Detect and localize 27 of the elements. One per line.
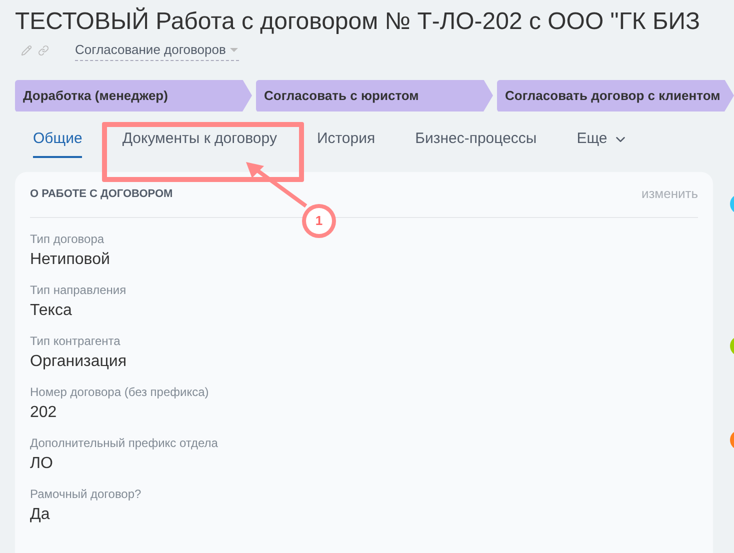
stage-step[interactable]: Согласовать с юристом xyxy=(256,80,493,112)
field-value: Да xyxy=(30,504,51,524)
field-label: Номер договора (без префикса) xyxy=(30,384,210,398)
field-label: Тип контрагента xyxy=(30,334,122,348)
field-value: Организация xyxy=(30,352,128,372)
page-title: ТЕСТОВЫЙ Работа с договором № Т-ЛО-202 с ООО "ГК БИЗ xyxy=(15,6,700,37)
field-label: Тип направления xyxy=(30,282,128,296)
tab[interactable]: Бизнес-процессы xyxy=(415,130,537,158)
category-dropdown[interactable]: Согласование договоров xyxy=(75,40,239,60)
field-label: Тип договора xyxy=(30,232,106,246)
field-value: Нетиповой xyxy=(30,250,111,270)
field-value: Текса xyxy=(30,300,73,320)
tab[interactable]: История xyxy=(316,130,376,158)
stage-step[interactable]: Согласовать договор с клиентом xyxy=(497,80,734,112)
tab[interactable]: Общие xyxy=(33,130,82,158)
field-value: 202 xyxy=(30,402,58,422)
pencil-icon[interactable] xyxy=(21,44,32,56)
field-label: Дополнительный префикс отдела xyxy=(30,436,219,450)
field-label: Рамочный договор? xyxy=(30,486,142,500)
link-icon[interactable] xyxy=(38,44,49,56)
caret-icon xyxy=(228,46,239,53)
tab[interactable]: Еще xyxy=(576,130,628,158)
pointer-arrow xyxy=(244,160,310,210)
card-title: О РАБОТЕ С ДОГОВОРОМ xyxy=(30,186,173,202)
tab[interactable]: Документы к договору xyxy=(122,130,277,158)
field-value: ЛО xyxy=(30,454,54,474)
stage-step[interactable]: Доработка (менеджер) xyxy=(15,80,252,112)
